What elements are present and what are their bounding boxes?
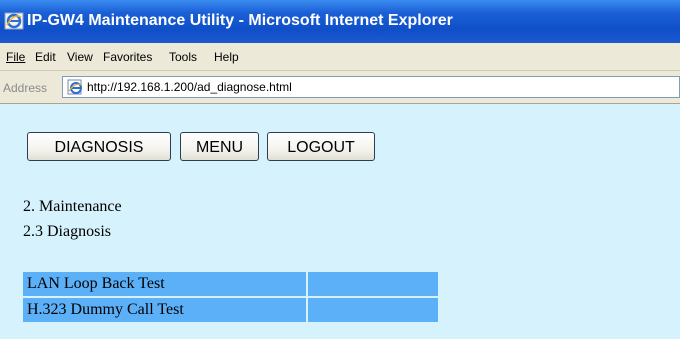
address-url: http://192.168.1.200/ad_diagnose.html <box>87 80 292 94</box>
menu-help-label: Help <box>214 50 239 64</box>
test-value-cell <box>308 298 438 322</box>
menu-file[interactable]: File <box>6 49 25 65</box>
menu-tools[interactable]: Tools <box>169 49 197 65</box>
ie-page-icon <box>67 79 83 95</box>
window-title: IP-GW4 Maintenance Utility - Microsoft I… <box>27 12 453 29</box>
menu-edit-label: Edit <box>35 50 56 64</box>
address-label: Address <box>3 81 48 95</box>
menu-view-label: View <box>67 50 93 64</box>
logout-button[interactable]: LOGOUT <box>267 132 375 161</box>
menu-help[interactable]: Help <box>214 49 239 65</box>
menu-tools-label: Tools <box>169 50 198 64</box>
table-row: LAN Loop Back Test <box>23 272 438 296</box>
lan-loopback-test-link[interactable]: LAN Loop Back Test <box>23 272 306 296</box>
subsection-heading: 2.3 Diagnosis <box>23 223 111 240</box>
internet-explorer-icon <box>4 12 24 30</box>
menu-favorites[interactable]: Favorites <box>103 49 152 65</box>
table-row: H.323 Dummy Call Test <box>23 298 438 322</box>
section-heading: 2. Maintenance <box>23 198 122 215</box>
diagnosis-button[interactable]: DIAGNOSIS <box>27 132 171 161</box>
menu-bar: File Edit View Favorites Tools Help <box>0 43 680 71</box>
diagnosis-test-table: LAN Loop Back Test H.323 Dummy Call Test <box>21 270 440 324</box>
h323-dummy-call-test-link[interactable]: H.323 Dummy Call Test <box>23 298 306 322</box>
menu-button[interactable]: MENU <box>180 132 259 161</box>
test-value-cell <box>308 272 438 296</box>
address-bar: Address http://192.168.1.200/ad_diagnose… <box>0 71 680 104</box>
menu-edit[interactable]: Edit <box>35 49 56 65</box>
menu-favorites-label: Favorites <box>103 50 153 64</box>
page-content: DIAGNOSIS MENU LOGOUT 2. Maintenance 2.3… <box>0 104 680 339</box>
menu-view[interactable]: View <box>67 49 93 65</box>
menu-file-label: File <box>6 50 26 64</box>
address-field[interactable]: http://192.168.1.200/ad_diagnose.html <box>62 76 680 98</box>
title-bar: IP-GW4 Maintenance Utility - Microsoft I… <box>0 0 680 43</box>
